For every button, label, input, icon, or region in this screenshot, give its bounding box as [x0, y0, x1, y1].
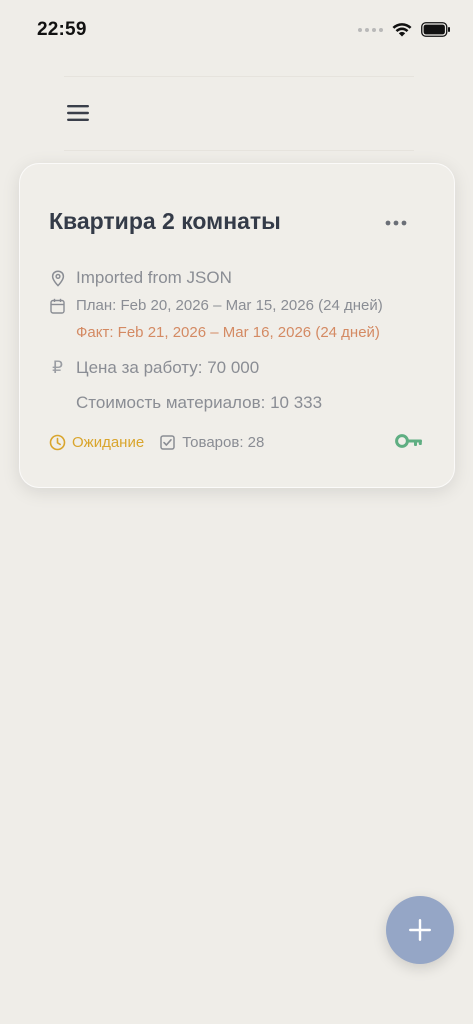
status-badge: Ожидание	[72, 434, 145, 451]
card-footer: Ожидание Товаров: 28	[49, 434, 264, 451]
calendar-icon	[49, 298, 66, 314]
project-more-button[interactable]	[381, 211, 411, 235]
checkbox-icon	[160, 435, 175, 450]
key-button[interactable]	[395, 433, 423, 454]
location-row: Imported from JSON	[49, 268, 232, 288]
fact-dates-row: Факт: Feb 21, 2026 – Mar 16, 2026 (24 дн…	[76, 324, 380, 341]
plan-dates-row: План: Feb 20, 2026 – Mar 15, 2026 (24 дн…	[49, 297, 383, 314]
status-icons	[358, 22, 451, 37]
status-time: 22:59	[37, 19, 87, 40]
location-pin-icon	[49, 269, 66, 287]
battery-icon	[421, 22, 450, 37]
plus-icon	[409, 919, 431, 941]
goods-count: Товаров: 28	[160, 434, 264, 451]
more-horizontal-icon	[385, 220, 407, 226]
project-location: Imported from JSON	[76, 268, 232, 287]
menu-button[interactable]	[60, 96, 96, 130]
work-price: Цена за работу: 70 000	[76, 358, 260, 377]
project-card[interactable]: Квартира 2 комнаты Imported from JSON Пл…	[19, 163, 455, 488]
wifi-icon	[392, 23, 412, 37]
signal-dots-icon	[358, 27, 383, 32]
hamburger-menu-icon	[67, 105, 89, 121]
materials-cost: Стоимость материалов: 10 333	[76, 393, 323, 412]
work-price-row: ₽ Цена за работу: 70 000	[49, 358, 259, 378]
screen: 22:59 Квартира 2 комнаты Imported from J…	[0, 0, 473, 1024]
project-title: Квартира 2 комнаты	[49, 208, 281, 234]
header-divider-top	[64, 76, 414, 77]
key-icon	[395, 434, 422, 448]
materials-cost-row: Стоимость материалов: 10 333	[76, 393, 322, 413]
plan-dates: План: Feb 20, 2026 – Mar 15, 2026 (24 дн…	[76, 297, 383, 314]
fact-dates: Факт: Feb 21, 2026 – Mar 16, 2026 (24 дн…	[76, 324, 380, 341]
status-bar: 22:59	[0, 0, 473, 60]
ruble-icon: ₽	[52, 358, 63, 377]
clock-icon	[49, 434, 66, 451]
header-divider-bottom	[64, 150, 414, 151]
add-project-button[interactable]	[386, 896, 454, 964]
goods-count-label: Товаров: 28	[182, 434, 265, 451]
